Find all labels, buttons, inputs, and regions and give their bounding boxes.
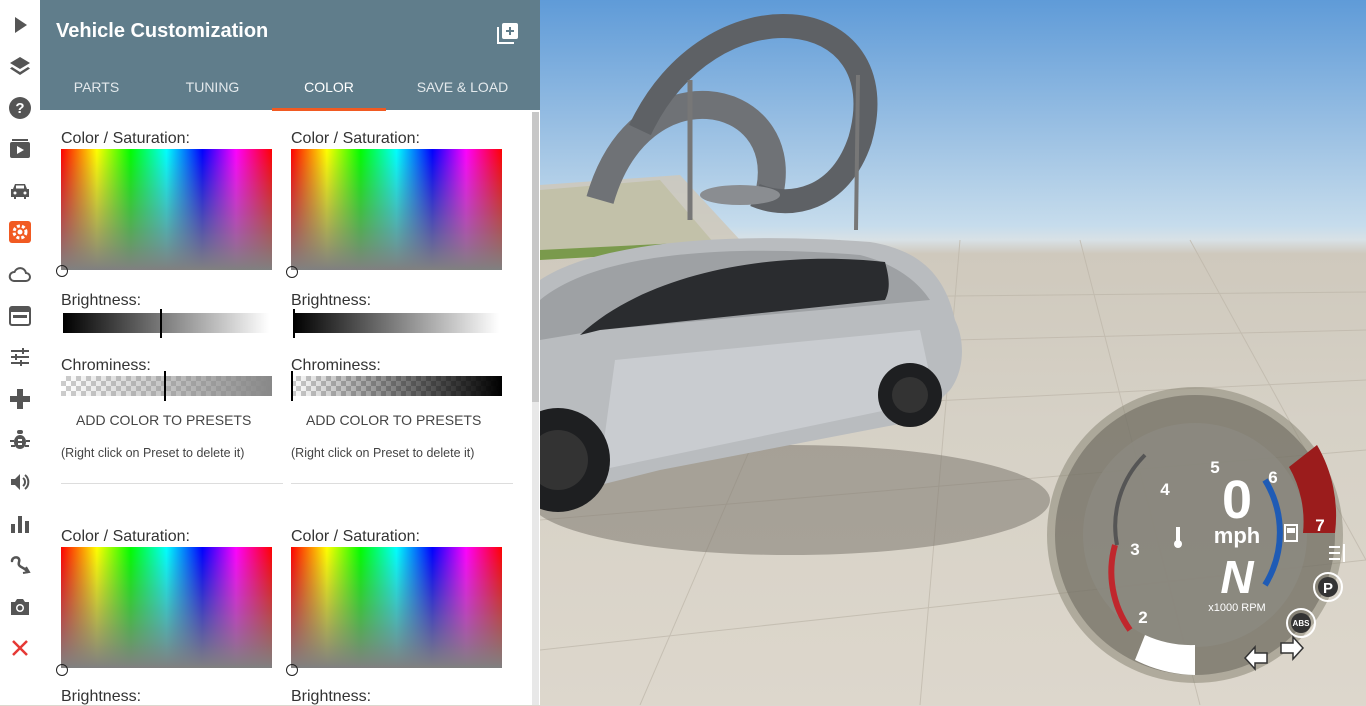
bug-icon[interactable] <box>6 426 34 454</box>
add-window-icon[interactable] <box>497 22 519 44</box>
window-icon[interactable] <box>6 302 34 330</box>
color-saturation-picker[interactable] <box>291 149 502 270</box>
rpm-tick: 5 <box>1210 458 1219 477</box>
tune-icon[interactable] <box>6 343 34 371</box>
color-saturation-handle[interactable] <box>286 664 298 676</box>
tab-parts[interactable]: PARTS <box>40 64 153 110</box>
chrominess-label: Chrominess: <box>61 357 151 374</box>
cloud-icon[interactable] <box>6 260 34 288</box>
gamepad-icon[interactable] <box>6 385 34 413</box>
settings-icon[interactable] <box>6 218 34 246</box>
color-saturation-label: Color / Saturation: <box>291 130 420 147</box>
add-color-to-presets-button[interactable]: ADD COLOR TO PRESETS <box>76 412 251 428</box>
tab-color[interactable]: COLOR <box>272 64 386 110</box>
volume-icon[interactable] <box>6 468 34 496</box>
chrominess-marker[interactable] <box>164 371 166 401</box>
app-sidebar: ? <box>0 0 41 705</box>
speed-value: 0 <box>1222 470 1252 530</box>
abs-icon: ABS <box>1286 608 1316 638</box>
color-saturation-label: Color / Saturation: <box>291 528 420 545</box>
svg-text:P: P <box>1323 580 1333 597</box>
brightness-slider[interactable] <box>293 313 499 333</box>
rpm-label: x1000 RPM <box>1208 602 1265 614</box>
svg-text:ABS: ABS <box>1293 619 1311 628</box>
brightness-label: Brightness: <box>61 688 142 705</box>
video-icon[interactable] <box>6 135 34 163</box>
chrominess-marker[interactable] <box>291 371 293 401</box>
preset-hint: (Right click on Preset to delete it) <box>291 446 475 460</box>
parking-brake-icon: P <box>1313 572 1343 602</box>
color-saturation-handle[interactable] <box>286 266 298 278</box>
brightness-marker[interactable] <box>293 309 295 338</box>
rpm-tick: 4 <box>1160 480 1170 499</box>
divider <box>61 483 283 484</box>
chrominess-label: Chrominess: <box>291 357 381 374</box>
tab-tuning[interactable]: TUNING <box>153 64 272 110</box>
vehicle-customization-panel: Vehicle Customization PARTS TUNING COLOR… <box>40 0 540 705</box>
brightness-slider[interactable] <box>63 313 269 333</box>
color-saturation-picker[interactable] <box>291 547 502 668</box>
headlight-icon <box>1329 543 1345 563</box>
car-icon[interactable] <box>6 177 34 205</box>
active-tab-indicator <box>272 108 386 111</box>
rpm-tick: 1 <box>1173 656 1182 675</box>
close-icon[interactable] <box>6 634 34 662</box>
brightness-label: Brightness: <box>61 292 142 309</box>
color-saturation-picker[interactable] <box>61 149 272 270</box>
chrominess-slider[interactable] <box>61 376 272 396</box>
panel-title: Vehicle Customization <box>56 20 269 42</box>
route-icon[interactable] <box>6 551 34 579</box>
speed-unit: mph <box>1214 523 1260 548</box>
color-saturation-picker[interactable] <box>61 547 272 668</box>
rpm-tick: 7 <box>1315 516 1324 535</box>
brightness-label: Brightness: <box>291 292 372 309</box>
tab-save-load[interactable]: SAVE & LOAD <box>386 64 539 110</box>
chrominess-slider[interactable] <box>291 376 502 396</box>
brightness-label: Brightness: <box>291 688 372 705</box>
help-icon[interactable]: ? <box>6 94 34 122</box>
layers-icon[interactable] <box>6 52 34 80</box>
bar-chart-icon[interactable] <box>6 510 34 538</box>
color-saturation-handle[interactable] <box>56 265 68 277</box>
color-saturation-handle[interactable] <box>56 664 68 676</box>
rpm-tick: 6 <box>1268 468 1277 487</box>
speedometer-hud: 2 3 4 5 6 7 1 0 mph N x1000 RPM P ABS <box>1047 387 1345 683</box>
color-saturation-label: Color / Saturation: <box>61 528 190 545</box>
game-viewport[interactable]: 2 3 4 5 6 7 1 0 mph N x1000 RPM P ABS <box>540 0 1366 705</box>
add-color-to-presets-button[interactable]: ADD COLOR TO PRESETS <box>306 412 481 428</box>
gear-indicator: N <box>1220 551 1254 603</box>
preset-hint: (Right click on Preset to delete it) <box>61 446 245 460</box>
svg-text:?: ? <box>15 100 24 117</box>
panel-header: Vehicle Customization PARTS TUNING COLOR… <box>40 0 540 111</box>
rpm-tick: 3 <box>1130 540 1139 559</box>
rpm-tick: 2 <box>1138 608 1147 627</box>
play-icon[interactable] <box>6 11 34 39</box>
scrollbar-thumb[interactable] <box>532 112 539 402</box>
divider <box>291 483 513 484</box>
color-saturation-label: Color / Saturation: <box>61 130 190 147</box>
brightness-marker[interactable] <box>160 309 162 338</box>
camera-icon[interactable] <box>6 593 34 621</box>
